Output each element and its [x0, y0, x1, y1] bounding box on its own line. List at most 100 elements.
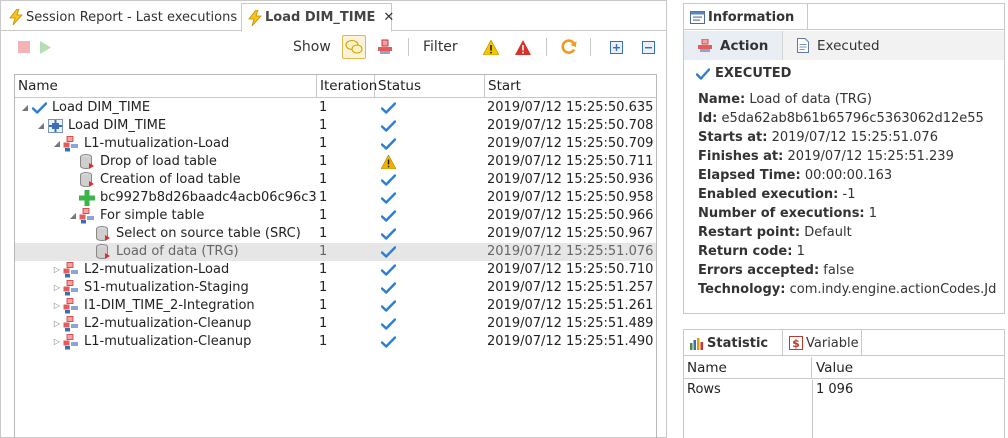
row-name-label: L2-mutualization-Cleanup [84, 316, 252, 331]
expand-arrow-icon[interactable]: ▷ [51, 333, 63, 351]
close-icon[interactable]: ✕ [383, 10, 394, 25]
row-name-label: L1-mutualization-Load [84, 136, 230, 151]
row-status-cell [377, 99, 485, 117]
row-status-cell [377, 207, 485, 225]
row-name-label: L2-mutualization-Load [84, 262, 230, 277]
table-row[interactable]: Load of data (TRG) 1 2019/07/12 15:25:51.0… [15, 243, 656, 261]
table-row[interactable]: ◢ Load DIM_TIME 1 2019/07/12 15:25:50.708 [15, 117, 656, 135]
row-start-cell: 2019/07/12 15:25:50.966 [487, 208, 654, 223]
column-header-name[interactable]: Name [684, 357, 812, 379]
check-icon [380, 244, 396, 260]
statistic-table-header: Name Value [684, 357, 1004, 379]
information-subtabs: Action Executed [684, 31, 1004, 60]
row-name-label: Select on source table (SRC) [116, 226, 301, 241]
row-start-cell: 2019/07/12 15:25:51.489 [487, 316, 654, 331]
expand-arrow-icon[interactable]: ▷ [51, 297, 63, 315]
tab-label: Session Report - Last executions [26, 9, 238, 25]
toolbar-separator [546, 38, 547, 56]
table-row[interactable]: bc9927b8d26baadc4acb06c96c37 1 2019/07/12 … [15, 189, 656, 207]
process-icon [63, 298, 79, 314]
expand-arrow-icon[interactable]: ▷ [51, 315, 63, 333]
row-name-cell: bc9927b8d26baadc4acb06c96c37 [15, 189, 317, 207]
info-field-value: 2019/07/12 15:25:51.239 [787, 149, 954, 164]
check-icon [380, 298, 396, 314]
tab-information[interactable]: Information [684, 4, 808, 30]
session-toolbar: Show Filter [1, 32, 666, 62]
table-header: Name Iteration Status Start [15, 75, 656, 98]
row-status-cell [377, 135, 485, 153]
table-row[interactable]: ▷ S1-mutualization-Staging 1 2019/07/12 15:… [15, 279, 656, 297]
database-add-icon [95, 244, 111, 260]
toolbar-separator [408, 38, 409, 56]
filter-error-button[interactable] [514, 38, 532, 56]
table-row[interactable]: Drop of load table 1 2019/07/12 15:25:50.7… [15, 153, 656, 171]
info-field-value: Load of data (TRG) [749, 92, 872, 107]
subtab-executed[interactable]: Executed [782, 31, 894, 60]
table-row[interactable]: ▷ L1-mutualization-Cleanup 1 2019/07/12 15:… [15, 333, 656, 351]
show-actions-toggle[interactable] [376, 38, 394, 56]
column-header-start[interactable]: Start [485, 75, 656, 98]
row-iteration-cell: 1 [319, 172, 328, 187]
table-row[interactable]: Select on source table (SRC) 1 2019/07/12 … [15, 225, 656, 243]
row-name-label: S1-mutualization-Staging [84, 280, 249, 295]
tab-variable[interactable]: $ Variable [784, 330, 862, 356]
row-name-label: bc9927b8d26baadc4acb06c96c37 [100, 190, 317, 205]
info-field-key: Restart point: [698, 225, 801, 240]
table-row[interactable]: Rows 1 096 [684, 380, 1004, 400]
execution-status-title: EXECUTED [696, 66, 791, 81]
collapse-arrow-icon[interactable]: ◢ [67, 207, 79, 225]
info-field: Name: Load of data (TRG) [698, 92, 872, 107]
check-icon [380, 334, 396, 350]
table-row[interactable]: ▷ L2-mutualization-Load 1 2019/07/12 15:25:… [15, 261, 656, 279]
check-icon [380, 100, 396, 116]
run-button[interactable] [36, 38, 54, 56]
row-name-label: I1-DIM_TIME_2-Integration [84, 298, 255, 313]
table-row[interactable]: ◢ Load DIM_TIME 1 2019/07/12 15:25:50.635 [15, 99, 656, 117]
tab-load-dim-time[interactable]: Load DIM_TIME ✕ [241, 3, 394, 32]
session-icon [47, 118, 63, 134]
info-field: Technology: com.indy.engine.actionCodes.… [698, 282, 996, 297]
table-row[interactable]: ◢ For simple table 1 2019/07/12 15:25:50.96… [15, 207, 656, 225]
stop-button[interactable] [15, 38, 33, 56]
check-icon [696, 67, 710, 80]
filter-warning-button[interactable] [482, 38, 500, 56]
column-header-name[interactable]: Name [15, 75, 317, 98]
show-messages-toggle[interactable] [342, 35, 366, 59]
column-header-status[interactable]: Status [375, 75, 485, 98]
info-field-key: Number of executions: [698, 206, 865, 221]
expand-arrow-icon[interactable]: ▷ [51, 279, 63, 297]
subtab-action[interactable]: Action [684, 31, 782, 60]
filter-label: Filter [423, 39, 458, 55]
stat-name-cell: Rows [687, 382, 721, 397]
expand-all-button[interactable] [607, 38, 625, 56]
info-field-value: e5da62ab8b61b65796c5363062d12e55 [721, 111, 984, 126]
table-row[interactable]: ▷ I1-DIM_TIME_2-Integration 1 2019/07/12 15… [15, 297, 656, 315]
process-icon [63, 280, 79, 296]
row-status-cell [377, 189, 485, 207]
collapse-arrow-icon[interactable]: ◢ [19, 99, 31, 117]
table-row[interactable]: ◢ L1-mutualization-Load 1 2019/07/12 15:25:… [15, 135, 656, 153]
information-icon [690, 10, 705, 24]
info-field: Number of executions: 1 [698, 206, 877, 221]
collapse-all-button[interactable] [639, 38, 657, 56]
row-iteration-cell: 1 [319, 226, 328, 241]
document-icon [797, 38, 809, 53]
column-header-value[interactable]: Value [812, 357, 1004, 379]
check-icon [380, 190, 396, 206]
collapse-arrow-icon[interactable]: ◢ [35, 117, 47, 135]
refresh-button[interactable] [560, 38, 578, 56]
row-iteration-cell: 1 [319, 118, 328, 133]
tab-session-report[interactable]: Session Report - Last executions [3, 3, 238, 31]
row-name-label: Load of data (TRG) [116, 244, 239, 259]
check-icon [31, 100, 47, 116]
row-iteration-cell: 1 [319, 262, 328, 277]
collapse-arrow-icon[interactable]: ◢ [51, 135, 63, 153]
tab-statistic[interactable]: Statistic [684, 330, 783, 356]
table-row[interactable]: ▷ L2-mutualization-Cleanup 1 2019/07/12 15:… [15, 315, 656, 333]
row-name-cell: ▷ I1-DIM_TIME_2-Integration [15, 297, 317, 315]
info-field-value: false [823, 263, 855, 278]
table-row[interactable]: Creation of load table 1 2019/07/12 15:25:… [15, 171, 656, 189]
expand-arrow-icon[interactable]: ▷ [51, 261, 63, 279]
row-start-cell: 2019/07/12 15:25:51.076 [487, 244, 654, 259]
column-header-iteration[interactable]: Iteration [317, 75, 377, 98]
